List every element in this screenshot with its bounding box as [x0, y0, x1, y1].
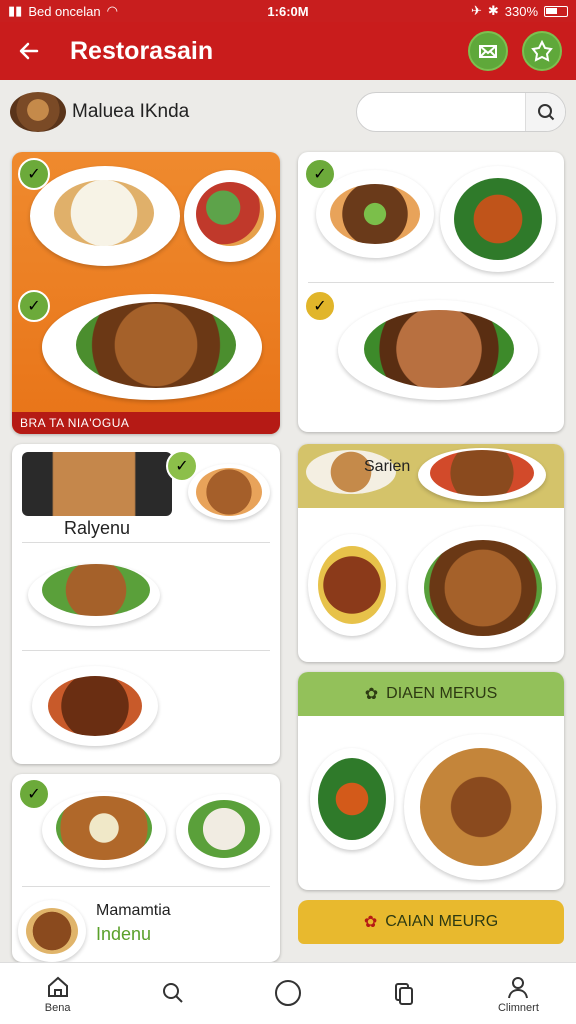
card-header: ✿ DIAEN MERUS [298, 672, 564, 716]
check-icon: ✓ [18, 778, 50, 810]
signal-icon: ▮▮ [8, 3, 23, 18]
card-banner: BRA TA NIA'OGUA [12, 412, 280, 434]
chicken-mini-image [430, 450, 534, 496]
card-banner: DIAEN MERUS [386, 685, 498, 702]
divider [308, 282, 554, 283]
card-sublabel: Indenu [96, 924, 152, 944]
people-photo [22, 452, 172, 516]
search-icon [537, 104, 554, 121]
satay-image [330, 184, 420, 244]
copy-icon [395, 982, 414, 1005]
roast-chicken-image [424, 540, 542, 636]
nav-account-label: Climnert [497, 1001, 539, 1014]
bottom-nav: Bena Climnert [0, 962, 576, 1024]
rice-image [54, 180, 154, 246]
nav-circle[interactable] [230, 963, 345, 1024]
search-button[interactable] [525, 93, 565, 131]
search-field[interactable] [356, 92, 566, 132]
battery-icon [544, 5, 569, 17]
bluetooth-icon: ✱ [487, 3, 499, 18]
menu-card-ralyenu[interactable]: Ralyenu ✓ [12, 444, 280, 764]
nav-search[interactable] [115, 963, 230, 1024]
card-label: Mamamtia [96, 902, 171, 919]
app-bar: Restorasain [0, 22, 576, 80]
restaurant-name: Maluea IKnda [72, 101, 190, 122]
restaurant-logo [10, 92, 66, 132]
divider [22, 886, 270, 887]
card-label: Sarien [364, 458, 411, 475]
nav-account[interactable]: Climnert [461, 963, 576, 1024]
curry-image [318, 546, 386, 624]
nav-home[interactable]: Bena [0, 963, 115, 1024]
fried-chicken-image [420, 748, 542, 866]
clock: 1:6:0M [267, 3, 309, 19]
back-button[interactable] [14, 36, 44, 66]
grilled-chicken-image [364, 310, 514, 388]
dumpling-image [188, 800, 260, 858]
stirfry-image [454, 178, 542, 260]
carrier-label: Bed oncelan [28, 3, 101, 19]
flower-icon: ✿ [363, 914, 378, 931]
chicken-salad-image [42, 564, 150, 616]
menu-toggle-button[interactable] [468, 31, 508, 71]
card-header: ✿ CAIAN MEURG [298, 900, 564, 944]
skewer-image [196, 468, 262, 516]
menu-card-featured[interactable]: ✓ ✓ BRA TA NIA'OGUA [12, 152, 280, 434]
menu-card-satay[interactable]: ✓ ✓ [298, 152, 564, 432]
leaf-icon: ✿ [364, 686, 379, 703]
check-icon: ✓ [18, 290, 50, 322]
home-icon [47, 976, 68, 997]
check-icon: ✓ [18, 158, 50, 190]
menu-card-diaen[interactable]: ✿ DIAEN MERUS [298, 672, 564, 890]
rendang-image [48, 676, 142, 736]
arrow-left-icon [19, 42, 39, 60]
card-banner: CAIAN MEURG [385, 913, 499, 930]
alarm-icon: ✈ [470, 3, 482, 18]
envelope-icon [479, 45, 497, 58]
status-bar: ▮▮ Bed oncelan ◠ 1:6:0M ✈ ✱ 330% [0, 0, 576, 22]
menu-card-sarien[interactable]: Sarien [298, 444, 564, 662]
app-title: Restorasain [70, 36, 214, 65]
wifi-icon: ◠ [106, 3, 118, 18]
leaf-button[interactable] [522, 31, 562, 71]
salad-image [196, 182, 264, 246]
chicken-image [76, 302, 236, 388]
user-icon [508, 976, 529, 998]
card-label: Ralyenu [64, 518, 131, 538]
divider [22, 542, 270, 543]
salad-image [318, 758, 386, 840]
nav-orders[interactable] [346, 963, 461, 1024]
restaurant-bar: Maluea IKnda [0, 84, 576, 140]
check-icon: ✓ [304, 290, 336, 322]
check-icon: ✓ [304, 158, 336, 190]
bowl-image [26, 908, 78, 954]
search-icon [162, 982, 183, 1003]
divider [22, 650, 270, 651]
satay-skewer-image [56, 796, 152, 860]
menu-card-gado[interactable]: ✓ Mamamtia Indenu [12, 774, 280, 962]
leaf-icon [531, 40, 553, 62]
nav-home-label: Bena [44, 1001, 71, 1014]
circle-icon [275, 979, 301, 1006]
battery-percent: 330% [504, 3, 539, 19]
menu-card-caian[interactable]: ✿ CAIAN MEURG [298, 900, 564, 960]
